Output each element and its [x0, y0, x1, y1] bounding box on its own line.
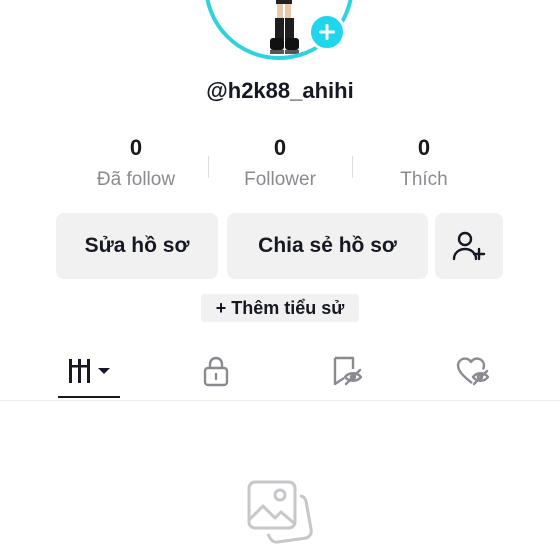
tab-liked[interactable] [438, 346, 508, 396]
stat-following[interactable]: 0 Đã follow [56, 134, 216, 192]
chevron-down-icon [98, 368, 110, 374]
add-avatar-button[interactable] [308, 13, 346, 51]
add-bio-label: + Thêm tiểu sử [215, 297, 345, 318]
stat-followers[interactable]: 0 Follower [200, 134, 360, 192]
tab-videos[interactable] [56, 346, 126, 396]
active-tab-indicator [58, 396, 120, 398]
videos-grid-icon [69, 359, 110, 383]
stat-likes[interactable]: 0 Thích [344, 134, 504, 192]
tab-saved[interactable] [311, 346, 381, 396]
stat-following-label: Đã follow [96, 169, 176, 190]
avatar[interactable] [204, 0, 354, 60]
bookmark-icon [333, 356, 363, 386]
stat-likes-count: 0 [417, 135, 431, 160]
username: @h2k88_ahihi [206, 78, 354, 103]
stat-followers-count: 0 [273, 135, 287, 160]
lock-icon [203, 356, 229, 387]
profile-tabs [0, 346, 560, 400]
plus-icon [319, 24, 335, 40]
add-bio-button[interactable]: + Thêm tiểu sử [201, 294, 359, 322]
tabs-divider [0, 400, 560, 401]
stats-row: 0 Đã follow 0 Follower 0 Thích [0, 134, 560, 194]
avatar-figure-icon [270, 0, 299, 54]
photo-stack-icon [247, 480, 313, 544]
stat-likes-label: Thích [400, 169, 448, 190]
share-profile-button[interactable]: Chia sẻ hồ sơ [227, 213, 428, 279]
stat-followers-label: Follower [244, 169, 316, 190]
tab-private[interactable] [181, 346, 251, 396]
edit-profile-label: Sửa hồ sơ [84, 234, 190, 257]
stat-following-count: 0 [129, 135, 143, 160]
add-friend-button[interactable] [435, 213, 503, 279]
add-user-icon [452, 231, 486, 261]
liked-heart-icon [456, 357, 490, 386]
edit-profile-button[interactable]: Sửa hồ sơ [56, 213, 218, 279]
share-profile-label: Chia sẻ hồ sơ [258, 234, 397, 257]
